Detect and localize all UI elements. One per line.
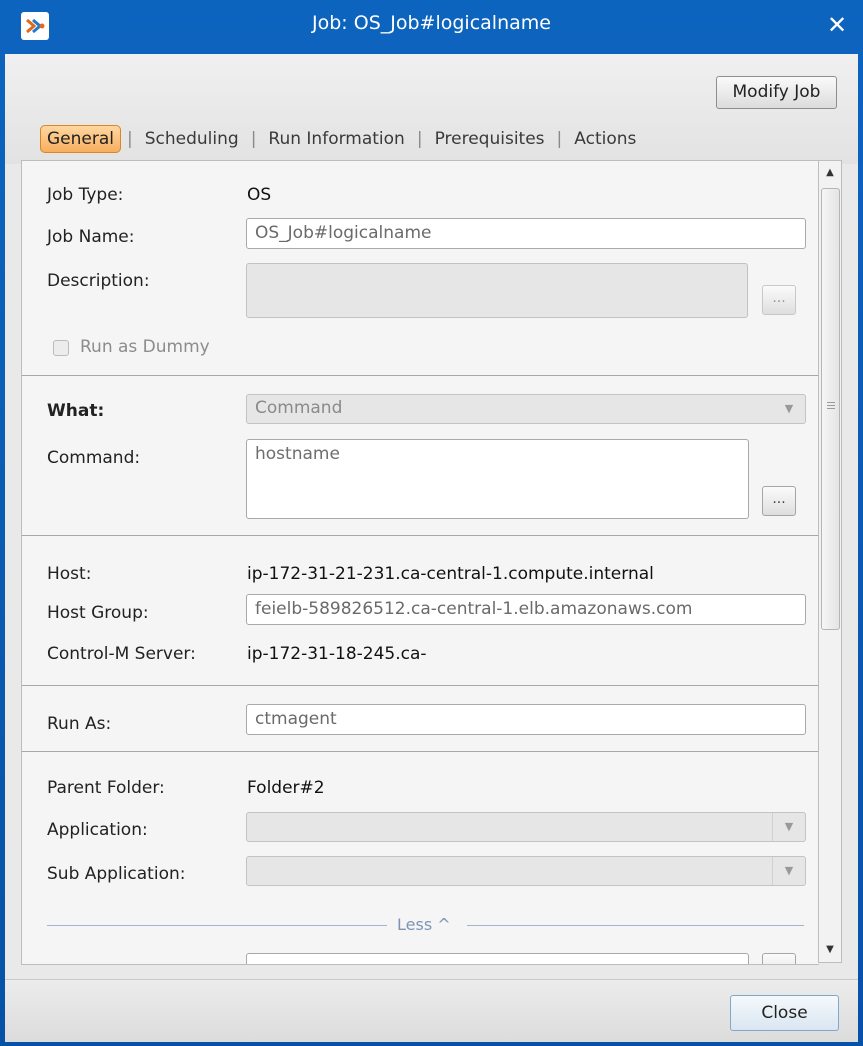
section-divider <box>22 375 819 376</box>
tab-separator: | <box>556 129 563 149</box>
general-tab-panel: Job Type: OS Job Name: OS_Job#logicalnam… <box>21 160 819 965</box>
close-button[interactable]: Close <box>730 995 839 1031</box>
window-title: Job: OS_Job#logicalname <box>312 12 551 34</box>
chevron-down-icon: ▼ <box>784 402 794 415</box>
section-divider <box>22 751 819 752</box>
title-bar[interactable]: Job: OS_Job#logicalname ✕ <box>0 0 863 54</box>
job-type-value: OS <box>247 185 272 205</box>
tab-separator: | <box>127 129 133 149</box>
what-dropdown[interactable]: Command ▼ <box>246 394 806 424</box>
section-divider <box>22 685 819 686</box>
override-path-edit-button[interactable] <box>762 953 796 964</box>
command-edit-button[interactable]: ... <box>762 486 796 516</box>
tab-separator: | <box>250 129 257 149</box>
run-as-label: Run As: <box>47 714 112 734</box>
host-group-field[interactable]: feielb-589826512.ca-central-1.elb.amazon… <box>246 594 806 625</box>
less-divider-left <box>47 925 387 926</box>
dialog-body: Modify Job General | Scheduling | Run In… <box>5 54 858 1042</box>
less-divider-right <box>467 925 804 926</box>
modify-job-button[interactable]: Modify Job <box>716 76 837 109</box>
parent-folder-value: Folder#2 <box>247 778 325 798</box>
run-as-dummy-checkbox[interactable] <box>53 340 69 356</box>
less-toggle-link[interactable]: Less ^ <box>397 915 451 934</box>
tab-scheduling[interactable]: Scheduling <box>139 126 245 152</box>
host-group-label: Host Group: <box>47 603 149 623</box>
description-edit-button[interactable]: ... <box>762 285 796 315</box>
command-field[interactable]: hostname <box>246 439 749 519</box>
toolbar: Modify Job General | Scheduling | Run In… <box>5 54 858 164</box>
tab-general[interactable]: General <box>40 125 121 153</box>
what-label: What: <box>47 401 105 421</box>
what-dropdown-value: Command <box>255 398 343 418</box>
control-m-server-value: ip-172-31-18-245.ca- <box>247 644 427 664</box>
job-dialog-window: Job: OS_Job#logicalname ✕ Modify Job Gen… <box>0 0 863 1046</box>
scroll-up-arrow-icon[interactable]: ▲ <box>819 163 841 183</box>
run-as-field[interactable]: ctmagent <box>246 704 806 735</box>
chevron-down-icon: ▼ <box>772 857 805 885</box>
job-name-field[interactable]: OS_Job#logicalname <box>246 218 806 249</box>
host-label: Host: <box>47 564 92 584</box>
description-label: Description: <box>47 271 150 291</box>
host-value: ip-172-31-21-231.ca-central-1.compute.in… <box>247 564 654 584</box>
description-field[interactable] <box>246 263 748 318</box>
command-label: Command: <box>47 448 141 468</box>
run-as-dummy-label: Run as Dummy <box>80 337 210 357</box>
tab-bar: General | Scheduling | Run Information |… <box>40 122 642 156</box>
tab-separator: | <box>416 129 423 149</box>
dialog-footer: Close <box>5 979 858 1042</box>
tab-prerequisites[interactable]: Prerequisites <box>429 126 551 152</box>
grip-icon <box>827 402 835 410</box>
parent-folder-label: Parent Folder: <box>47 778 165 798</box>
sub-application-dropdown[interactable]: ▼ <box>246 856 806 886</box>
sub-application-label: Sub Application: <box>47 864 186 884</box>
job-name-label: Job Name: <box>47 227 135 247</box>
control-m-server-label: Control-M Server: <box>47 644 196 664</box>
close-window-icon[interactable]: ✕ <box>823 11 851 39</box>
chevron-down-icon: ▼ <box>772 813 805 841</box>
section-divider <box>22 535 819 536</box>
panel-scrollbar[interactable]: ▲ ▼ <box>818 160 842 963</box>
scroll-down-arrow-icon[interactable]: ▼ <box>819 940 841 960</box>
application-dropdown[interactable]: ▼ <box>246 812 806 842</box>
job-type-label: Job Type: <box>47 185 124 205</box>
override-path-field[interactable] <box>246 953 749 964</box>
scrollbar-thumb[interactable] <box>821 188 840 630</box>
application-label: Application: <box>47 820 148 840</box>
tab-actions[interactable]: Actions <box>568 126 642 152</box>
tab-run-information[interactable]: Run Information <box>262 126 410 152</box>
